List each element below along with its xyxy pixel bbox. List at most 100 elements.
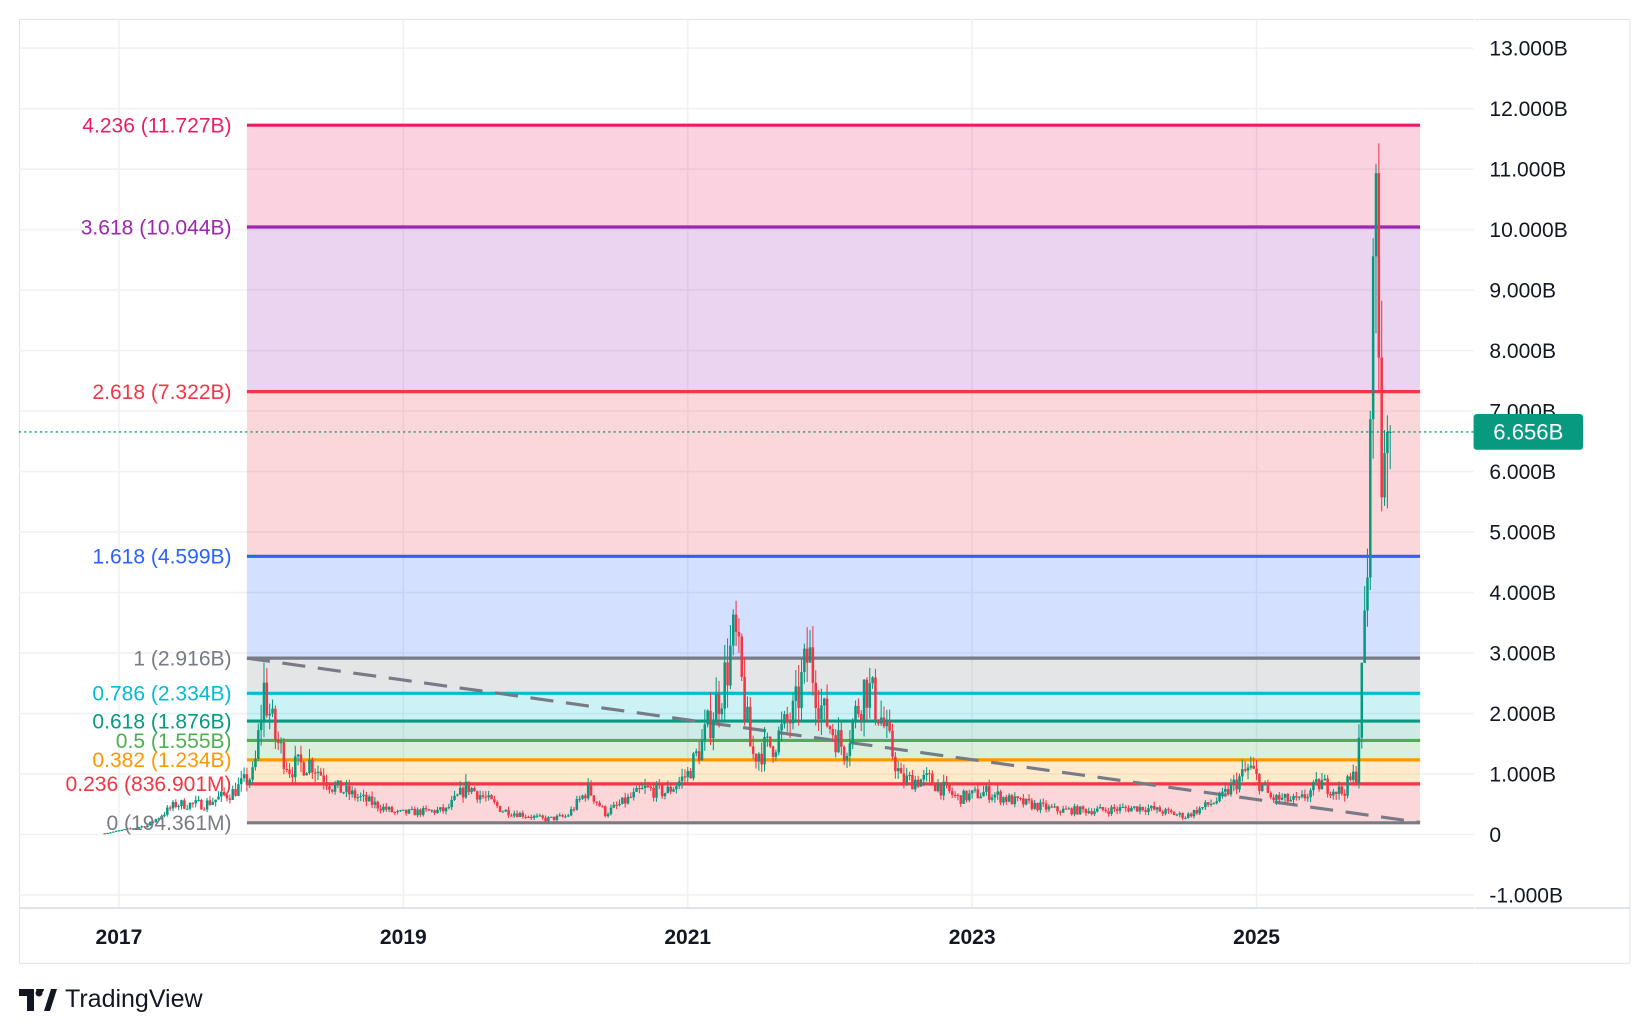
- candle-body: [530, 816, 533, 819]
- candle-body: [817, 707, 820, 720]
- candle-body: [621, 797, 624, 804]
- candle-body: [572, 809, 576, 811]
- time-tick-label: 2025: [1233, 926, 1280, 949]
- candle-body: [385, 806, 388, 810]
- candle-body: [1192, 810, 1196, 817]
- candle-body: [959, 795, 963, 804]
- candle-body: [1022, 798, 1025, 805]
- candle-body: [709, 710, 712, 739]
- candle-body: [828, 726, 832, 729]
- candle-body: [1383, 453, 1386, 498]
- candle-body: [1036, 802, 1039, 811]
- candle-body: [1229, 783, 1233, 795]
- candle-body: [197, 799, 200, 802]
- candle-body: [976, 789, 980, 799]
- candle-body: [288, 769, 291, 775]
- candle: [200, 798, 203, 810]
- candle-body: [740, 636, 744, 677]
- candle: [1135, 806, 1139, 813]
- candle-body: [1289, 799, 1292, 802]
- candle-body: [800, 671, 803, 709]
- candle-body: [316, 771, 320, 773]
- candle-body: [1323, 778, 1327, 781]
- candle-body: [473, 788, 476, 792]
- candle-body: [427, 809, 431, 811]
- candle-body: [1053, 806, 1056, 808]
- candle-body: [783, 714, 786, 724]
- candle-body: [393, 812, 397, 814]
- candle-body: [635, 787, 638, 792]
- candle-body: [1189, 813, 1193, 817]
- candle: [1360, 662, 1364, 749]
- candle-body: [746, 706, 749, 720]
- candle-body: [194, 800, 197, 804]
- candle-body: [803, 648, 806, 672]
- candle-body: [430, 810, 434, 812]
- candle-body: [538, 815, 542, 817]
- candle-body: [731, 614, 735, 646]
- candle-body: [1093, 811, 1096, 815]
- candle-body: [413, 808, 416, 816]
- candle-body: [1184, 817, 1187, 819]
- candle-body: [902, 773, 906, 784]
- candle-body: [1104, 809, 1108, 812]
- candle-body: [612, 804, 616, 808]
- candle-body: [854, 705, 857, 721]
- candle-body: [1118, 807, 1122, 811]
- candle-body: [754, 753, 758, 762]
- candle-body: [1041, 802, 1045, 804]
- candle-body: [373, 801, 377, 805]
- candle-body: [456, 794, 459, 796]
- candle-body: [493, 799, 496, 803]
- candle-body: [444, 807, 448, 812]
- candle-body: [916, 779, 920, 787]
- candle-body: [487, 795, 490, 798]
- candle-body: [1061, 808, 1065, 813]
- candle-body: [461, 787, 465, 798]
- candle-body: [524, 816, 527, 818]
- candle-body: [1349, 776, 1352, 780]
- fib-zone-fill: [246, 740, 1421, 760]
- candle-body: [1155, 807, 1159, 810]
- candle-body: [183, 800, 186, 809]
- candle-body: [1309, 790, 1312, 798]
- candle-body: [845, 755, 849, 761]
- candle-body: [1084, 809, 1088, 814]
- candle-body: [1317, 779, 1321, 790]
- candle-body: [1101, 807, 1105, 810]
- candle-body: [1024, 798, 1028, 805]
- candle-body: [706, 710, 709, 725]
- candle-body: [1047, 806, 1051, 810]
- candle-body: [1175, 814, 1179, 816]
- candle-body: [174, 802, 178, 807]
- candle-body: [862, 679, 866, 721]
- candle-body: [1374, 173, 1378, 257]
- candle-body: [1306, 797, 1310, 799]
- candle-body: [458, 787, 462, 795]
- candle-body: [609, 807, 613, 815]
- price-chart[interactable]: 4.236 (11.727B) 3.618 (10.044B) 2.618 (7.3…: [0, 0, 1642, 1030]
- candle-body: [1096, 808, 1099, 812]
- candle-body: [205, 800, 209, 810]
- candle-body: [990, 797, 994, 800]
- candle-body: [973, 789, 977, 791]
- candle-body: [686, 770, 690, 778]
- candle-body: [1260, 784, 1264, 791]
- price-axis[interactable]: 13.000B 12.000B 11.000B 10.000B 9.000B 8.000B…: [1489, 38, 1567, 908]
- candle-body: [1019, 798, 1022, 800]
- candle-body: [1110, 807, 1113, 814]
- candle-body: [859, 714, 863, 721]
- candle-body: [908, 774, 911, 777]
- candle-body: [697, 751, 701, 761]
- candle-body: [231, 788, 234, 800]
- candle-body: [689, 770, 692, 779]
- candle-body: [242, 774, 246, 779]
- tradingview-logo[interactable]: TradingView: [19, 985, 203, 1014]
- candle-body: [521, 812, 525, 817]
- candle-body: [643, 785, 647, 788]
- candle-body: [1178, 813, 1182, 815]
- candle-body: [950, 791, 954, 795]
- candle-body: [805, 648, 809, 663]
- candle-body: [771, 746, 775, 757]
- candle-body: [279, 742, 283, 744]
